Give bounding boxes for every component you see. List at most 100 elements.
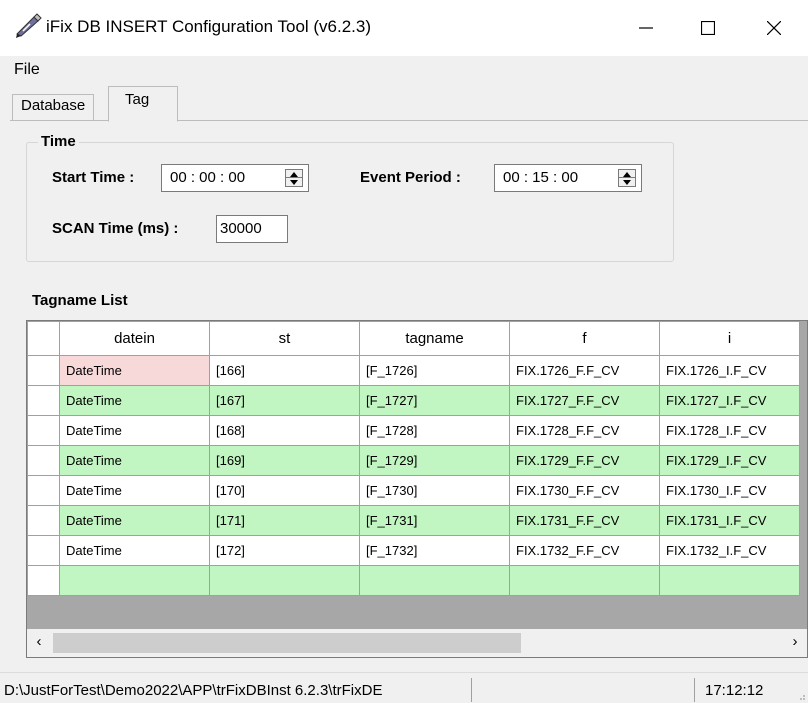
status-path: D:\JustForTest\Demo2022\APP\trFixDBInst … bbox=[0, 678, 472, 702]
scan-time-label: SCAN Time (ms) : bbox=[52, 220, 179, 237]
tab-tag[interactable]: Tag bbox=[108, 86, 178, 122]
new-row[interactable] bbox=[27, 565, 800, 596]
table-cell[interactable] bbox=[659, 565, 800, 596]
column-header-st[interactable]: st bbox=[209, 321, 360, 356]
table-cell[interactable]: FIX.1731_I.F_CV bbox=[659, 505, 800, 536]
close-button[interactable] bbox=[746, 8, 802, 48]
table-cell[interactable] bbox=[359, 565, 510, 596]
tagname-table: datein st tagname f i DateTime [166] [F_… bbox=[27, 321, 800, 596]
table-cell[interactable]: [168] bbox=[209, 415, 360, 446]
table-cell[interactable]: [F_1732] bbox=[359, 535, 510, 566]
maximize-icon bbox=[701, 21, 715, 35]
table-cell[interactable]: FIX.1730_I.F_CV bbox=[659, 475, 800, 506]
minimize-icon bbox=[639, 27, 653, 29]
row-header[interactable] bbox=[27, 475, 60, 506]
table-cell[interactable]: [F_1726] bbox=[359, 355, 510, 386]
table-cell[interactable]: [F_1730] bbox=[359, 475, 510, 506]
spin-divider bbox=[285, 177, 303, 178]
table-cell[interactable]: FIX.1729_F.F_CV bbox=[509, 445, 660, 476]
table-row[interactable]: DateTime [167] [F_1727] FIX.1727_F.F_CV … bbox=[27, 385, 800, 416]
row-header[interactable] bbox=[27, 565, 60, 596]
scroll-left-icon[interactable]: ‹ bbox=[27, 629, 51, 657]
table-cell[interactable] bbox=[209, 565, 360, 596]
table-cell[interactable]: DateTime bbox=[59, 445, 210, 476]
column-header-f[interactable]: f bbox=[509, 321, 660, 356]
row-header-corner bbox=[27, 321, 60, 356]
table-cell[interactable]: FIX.1730_F.F_CV bbox=[509, 475, 660, 506]
column-header-tagname[interactable]: tagname bbox=[359, 321, 510, 356]
start-time-label: Start Time : bbox=[52, 169, 135, 186]
table-cell[interactable]: [F_1729] bbox=[359, 445, 510, 476]
event-period-value: 00 : 15 : 00 bbox=[503, 169, 579, 186]
table-cell[interactable]: [F_1728] bbox=[359, 415, 510, 446]
start-time-spin-icon[interactable] bbox=[285, 169, 303, 187]
table-cell[interactable]: DateTime bbox=[59, 505, 210, 536]
scroll-right-icon[interactable]: › bbox=[783, 629, 807, 657]
table-row[interactable]: DateTime [170] [F_1730] FIX.1730_F.F_CV … bbox=[27, 475, 800, 506]
table-cell[interactable]: FIX.1726_F.F_CV bbox=[509, 355, 660, 386]
table-cell[interactable]: [167] bbox=[209, 385, 360, 416]
title-bar: iFix DB INSERT Configuration Tool (v6.2.… bbox=[0, 0, 808, 56]
spin-divider bbox=[618, 177, 636, 178]
menu-bar: File bbox=[0, 56, 808, 84]
time-groupbox bbox=[26, 142, 674, 262]
column-header-datein[interactable]: datein bbox=[59, 321, 210, 356]
column-header-i[interactable]: i bbox=[659, 321, 800, 356]
table-cell[interactable]: [170] bbox=[209, 475, 360, 506]
maximize-button[interactable] bbox=[680, 8, 736, 48]
table-cell[interactable]: FIX.1727_I.F_CV bbox=[659, 385, 800, 416]
table-cell[interactable]: FIX.1728_I.F_CV bbox=[659, 415, 800, 446]
table-cell[interactable]: DateTime bbox=[59, 385, 210, 416]
table-cell[interactable]: FIX.1732_F.F_CV bbox=[509, 535, 660, 566]
row-header[interactable] bbox=[27, 355, 60, 386]
status-time: 17:12:12 bbox=[694, 678, 790, 702]
horizontal-scrollbar[interactable]: ‹ › bbox=[27, 629, 807, 657]
edit-pen-icon bbox=[16, 13, 42, 38]
row-header[interactable] bbox=[27, 415, 60, 446]
table-cell[interactable]: [F_1727] bbox=[359, 385, 510, 416]
event-period-spin-icon[interactable] bbox=[618, 169, 636, 187]
tab-database[interactable]: Database bbox=[12, 94, 95, 120]
window-title: iFix DB INSERT Configuration Tool (v6.2.… bbox=[46, 17, 372, 36]
table-row[interactable]: DateTime [172] [F_1732] FIX.1732_F.F_CV … bbox=[27, 535, 800, 566]
table-row[interactable]: DateTime [166] [F_1726] FIX.1726_F.F_CV … bbox=[27, 355, 800, 386]
status-bar: D:\JustForTest\Demo2022\APP\trFixDBInst … bbox=[0, 672, 808, 703]
time-group-title: Time bbox=[38, 133, 79, 150]
start-time-picker[interactable]: 00 : 00 : 00 bbox=[161, 164, 309, 192]
table-cell[interactable]: [172] bbox=[209, 535, 360, 566]
table-cell[interactable]: [166] bbox=[209, 355, 360, 386]
table-cell[interactable]: FIX.1731_F.F_CV bbox=[509, 505, 660, 536]
table-cell[interactable]: [169] bbox=[209, 445, 360, 476]
header-row: datein st tagname f i bbox=[27, 321, 800, 356]
row-header[interactable] bbox=[27, 535, 60, 566]
menu-file[interactable]: File bbox=[10, 59, 44, 81]
table-cell[interactable]: FIX.1732_I.F_CV bbox=[659, 535, 800, 566]
table-cell[interactable]: FIX.1729_I.F_CV bbox=[659, 445, 800, 476]
table-cell[interactable] bbox=[509, 565, 660, 596]
table-cell[interactable]: [F_1731] bbox=[359, 505, 510, 536]
table-cell[interactable]: FIX.1728_F.F_CV bbox=[509, 415, 660, 446]
table-row[interactable]: DateTime [168] [F_1728] FIX.1728_F.F_CV … bbox=[27, 415, 800, 446]
table-cell[interactable]: DateTime bbox=[59, 475, 210, 506]
row-header[interactable] bbox=[27, 385, 60, 416]
table-cell[interactable]: DateTime bbox=[59, 355, 210, 386]
minimize-button[interactable] bbox=[618, 8, 674, 48]
resize-grip-icon[interactable] bbox=[796, 691, 806, 701]
table-cell[interactable]: [171] bbox=[209, 505, 360, 536]
row-header[interactable] bbox=[27, 505, 60, 536]
row-header[interactable] bbox=[27, 445, 60, 476]
close-icon bbox=[767, 21, 781, 35]
tagname-list-title: Tagname List bbox=[32, 292, 128, 309]
table-cell[interactable]: DateTime bbox=[59, 415, 210, 446]
table-row[interactable]: DateTime [171] [F_1731] FIX.1731_F.F_CV … bbox=[27, 505, 800, 536]
table-cell[interactable]: FIX.1727_F.F_CV bbox=[509, 385, 660, 416]
table-row[interactable]: DateTime [169] [F_1729] FIX.1729_F.F_CV … bbox=[27, 445, 800, 476]
table-cell[interactable] bbox=[59, 565, 210, 596]
scan-time-input[interactable]: 30000 bbox=[216, 215, 288, 243]
scroll-thumb[interactable] bbox=[53, 633, 521, 653]
start-time-value: 00 : 00 : 00 bbox=[170, 169, 246, 186]
tagname-grid[interactable]: datein st tagname f i DateTime [166] [F_… bbox=[26, 320, 808, 658]
event-period-picker[interactable]: 00 : 15 : 00 bbox=[494, 164, 642, 192]
table-cell[interactable]: FIX.1726_I.F_CV bbox=[659, 355, 800, 386]
table-cell[interactable]: DateTime bbox=[59, 535, 210, 566]
